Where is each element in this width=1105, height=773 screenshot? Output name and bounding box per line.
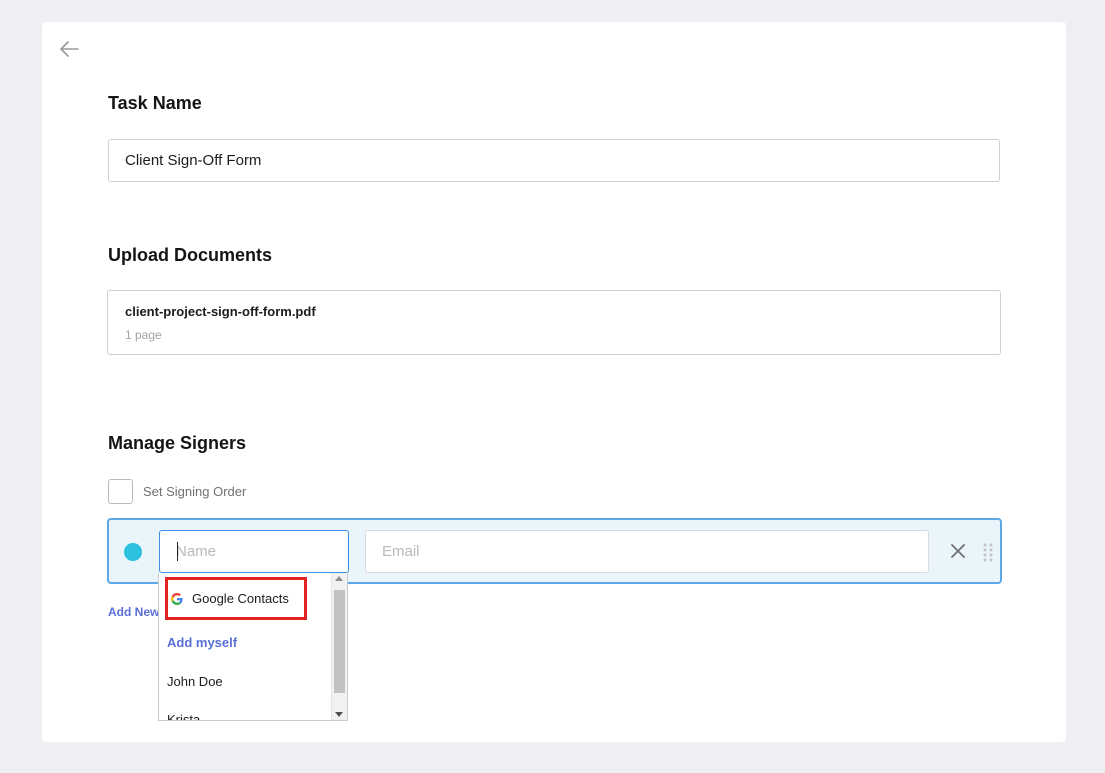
add-new-signer-link[interactable]: Add New: [108, 605, 159, 619]
scroll-down-icon[interactable]: [335, 712, 343, 717]
google-g-icon: [171, 592, 183, 605]
dropdown-scrollbar[interactable]: [331, 573, 347, 720]
signer-name-input[interactable]: Name: [159, 530, 349, 573]
close-icon[interactable]: [949, 542, 967, 560]
document-page-count: 1 page: [125, 328, 162, 342]
scrollbar-thumb[interactable]: [334, 590, 345, 693]
add-myself-option[interactable]: Add myself: [167, 635, 237, 650]
google-contacts-option[interactable]: Google Contacts: [165, 577, 307, 620]
email-placeholder: Email: [382, 543, 420, 560]
contact-option[interactable]: John Doe: [167, 674, 223, 689]
task-name-input[interactable]: Client Sign-Off Form: [108, 139, 1000, 182]
signing-order-label: Set Signing Order: [143, 484, 247, 499]
upload-documents-heading: Upload Documents: [108, 245, 273, 265]
document-file-name: client-project-sign-off-form.pdf: [125, 304, 316, 319]
scroll-up-icon[interactable]: [335, 576, 343, 581]
name-placeholder: Name: [176, 543, 217, 560]
signing-order-checkbox[interactable]: [108, 479, 133, 504]
contact-option[interactable]: Krista: [167, 712, 200, 720]
contacts-dropdown: Google Contacts Add myself John Doe Kris…: [158, 573, 348, 721]
text-caret: [177, 542, 178, 561]
signer-color-dot: [124, 543, 142, 561]
uploaded-document[interactable]: client-project-sign-off-form.pdf 1 page: [107, 290, 1001, 355]
signing-order-row: Set Signing Order: [108, 479, 246, 504]
manage-signers-heading: Manage Signers: [108, 433, 247, 453]
drag-handle-icon[interactable]: [982, 542, 994, 562]
task-card: Task Name Client Sign-Off Form Upload Do…: [42, 22, 1066, 742]
task-name-heading: Task Name: [108, 93, 202, 113]
arrow-left-icon[interactable]: [58, 38, 80, 60]
google-contacts-label: Google Contacts: [192, 591, 289, 606]
signer-email-input[interactable]: Email: [365, 530, 929, 573]
